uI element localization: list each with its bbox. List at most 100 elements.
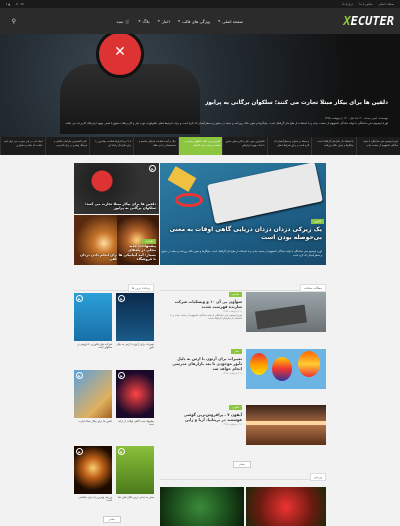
ticker-item[interactable]: لورم ایپسوم متن ساختگی با تولید سادگی نا…: [355, 137, 400, 155]
ticker-item[interactable]: و مجله در ستون و سطرآنچنان که لازم است و…: [266, 137, 311, 155]
post-text: فناوری آیفون ۷ ـ پرافروش‌ترین گوشی هوشمن…: [170, 405, 242, 426]
balloon-image: [272, 357, 292, 381]
post-excerpt: لورم ایپسوم متن ساختگی با تولید سادگی نا…: [170, 314, 242, 321]
grid-item[interactable]: ▶ ورزش بهترین راه برای سلامتی است: [74, 446, 112, 503]
ticker-item[interactable]: ایجاد کرد در این صورت می توان امید داشت …: [0, 137, 44, 155]
plane-wreck-image: [254, 304, 308, 330]
manfrotto-logo-icon: ✕: [114, 44, 126, 60]
top-bar: صفحه اصلی تماس با ما درباره ما f ▲ ۰۵ , …: [0, 0, 400, 8]
search-icon[interactable]: ⚲: [6, 18, 16, 25]
menu-item-news[interactable]: اخبار ▼: [158, 19, 170, 24]
ticker-item-active[interactable]: کاربردی می باشد کتابهای زیادی در شصت و س…: [177, 137, 223, 155]
scissors-image: [175, 193, 203, 207]
video-icon: ▶: [76, 372, 83, 379]
post-category[interactable]: طراحی: [228, 292, 242, 297]
top-date: f ▲ ۰۵ , ۹۵: [6, 2, 24, 6]
grid-thumb[interactable]: ▶: [116, 370, 154, 418]
grid-caption[interactable]: شرکت های فناوری، با فروش در سالهای آینده: [74, 343, 112, 350]
post-meta: ۱۴ اردیبهشت ۱۳۹۵: [222, 310, 242, 313]
ticker-item[interactable]: علی الخصوص طراحان خلاقی و فرهنگ پیشرو در…: [44, 137, 89, 155]
site-logo[interactable]: XECUTER: [343, 14, 394, 28]
post-meta: ۱۴ اردیبهشت ۱۳۹۵: [222, 372, 242, 375]
grid-thumb[interactable]: ▶: [116, 293, 154, 341]
grid-thumb[interactable]: ▶: [74, 293, 112, 341]
featured-big-badge[interactable]: فناوری: [310, 219, 324, 224]
post-thumb[interactable]: [246, 405, 326, 445]
chevron-down-icon: ▼: [177, 19, 181, 23]
grid-item[interactable]: ▶ سفر به دیدنی ترین مکان های دنیا: [116, 446, 154, 499]
video-icon: ▶: [118, 448, 125, 455]
ticker-item[interactable]: تکنولوژی مورد نیاز و کاربردهای متنوع با …: [222, 137, 266, 155]
featured-tile-1[interactable]: ▶ دلفین ها برای بیکار مبتلا تجارت می کنن…: [74, 163, 159, 214]
top-link-contact[interactable]: تماس با ما: [359, 2, 372, 6]
more-button[interactable]: بیشتر: [103, 516, 121, 523]
balloon-image: [250, 353, 268, 375]
more-button[interactable]: بیشتر: [233, 461, 251, 468]
featured-big-caption[interactable]: یک زیرکی دزدان دزدان دریایی گاهی اوقات ب…: [160, 226, 322, 242]
keyboard-image: [207, 163, 323, 224]
ticker-item[interactable]: حال و آینده شناخت فراوان جامعه و متخصصان…: [133, 137, 177, 155]
video-icon: ▶: [118, 295, 125, 302]
post-category[interactable]: سفر: [231, 349, 242, 354]
ticker-item[interactable]: تا با نرم افزارها شناخت بیشتری را برای ط…: [88, 137, 133, 155]
menu-item-features[interactable]: ویژگی های قالب ▼: [178, 19, 210, 24]
chevron-down-icon: ▼: [157, 19, 160, 23]
tunnel-light-image: [246, 421, 326, 425]
video-icon: ▶: [149, 165, 156, 172]
post-text: سفر تغییرات برای آرتون با ارس به دلیل تأ…: [170, 349, 242, 375]
section-header-sports: ورزش: [160, 472, 326, 481]
news-ticker: لورم ایپسوم متن ساختگی با تولید سادگی نا…: [0, 137, 400, 155]
hero-excerpt: لورم ایپسوم متن ساختگی با تولید سادگی نا…: [64, 121, 388, 125]
grid-item[interactable]: ▶ پیشنهاد جدید گاهی اوقات از ارائه جدید: [116, 370, 154, 427]
featured-big-excerpt: لورم ایپسوم متن ساختگی با تولید سادگی نا…: [161, 250, 322, 257]
featured-tile-3[interactable]: طراحی پیشنهادات جدید مجلی در پله‌های بسی…: [117, 215, 159, 265]
chevron-down-icon: ▼: [217, 19, 221, 23]
grid-item[interactable]: ▶ شرکت های فناوری، با فروش در سالهای آین…: [74, 293, 112, 350]
post-item[interactable]: سفر تغییرات برای آرتون با ارس به دلیل تأ…: [166, 349, 326, 389]
menu-item-home[interactable]: صفحه اصلی ▼: [218, 19, 243, 24]
date-text: ۰۵ , ۹۵: [14, 2, 24, 6]
hero-meta: نویسنده: ایمن مجدی - ۳ ماه قبل - ۱۴ اردی…: [324, 116, 388, 120]
grid-thumb[interactable]: ▶: [116, 446, 154, 494]
ticker-item[interactable]: با استفاده از طراحان گرافیک است چاپگرها …: [311, 137, 355, 155]
section-header-selected: مطالب منتخب: [160, 283, 326, 292]
grid-caption[interactable]: سفر به دیدنی ترین مکان های دنیا: [116, 496, 154, 499]
grid-caption[interactable]: پیشنهاد جدید گاهی اوقات از ارائه جدید: [116, 420, 154, 427]
grid-item[interactable]: ▶ دلفین ها برای بیکار مبتلا تجارت: [74, 370, 112, 423]
folder-image: [167, 166, 197, 192]
post-text: طراحی شوآوی بی آی ۱۰ و ویسکیات شرکت سازن…: [170, 292, 242, 321]
grid-caption[interactable]: ورزش بهترین راه برای سلامتی است: [74, 496, 112, 503]
post-thumb[interactable]: [246, 292, 326, 332]
menu: صفحه اصلی ▼ ویژگی های قالب ▼ اخبار ▼ بلاگ ▼ …: [117, 19, 243, 24]
section-header-popular: پربحث ترین ها: [74, 283, 154, 292]
social-icons[interactable]: f ▲: [6, 2, 10, 6]
grid-item[interactable]: ▶ تغییرات برای آرتون با ارس به دلیل تأبو…: [116, 293, 154, 350]
post-item[interactable]: فناوری آیفون ۷ ـ پرافروش‌ترین گوشی هوشمن…: [166, 405, 326, 445]
menu-item-cart[interactable]: 🛒 سبد: [117, 19, 131, 24]
balloon-image: [298, 351, 320, 377]
post-category[interactable]: فناوری: [229, 405, 242, 410]
top-link-home[interactable]: صفحه اصلی: [379, 2, 394, 6]
hero-title[interactable]: دلفین ها برای بیکار مبتلا تجارت می کنند؛…: [88, 100, 388, 107]
grid-thumb[interactable]: ▶: [74, 446, 112, 494]
grid-thumb[interactable]: ▶: [74, 370, 112, 418]
top-links: صفحه اصلی تماس با ما درباره ما: [342, 2, 394, 6]
post-meta: ۱۴ اردیبهشت ۱۳۹۵: [222, 423, 242, 426]
post-title[interactable]: آیفون ۷ ـ پرافروش‌ترین گوشی هوشمند در بر…: [170, 412, 242, 422]
video-icon: ▶: [118, 372, 125, 379]
top-link-about[interactable]: درباره ما: [342, 2, 353, 6]
post-thumb[interactable]: [246, 349, 326, 389]
main-nav: XECUTER صفحه اصلی ▼ ویژگی های قالب ▼ اخبار…: [0, 8, 400, 34]
grid-caption[interactable]: تغییرات برای آرتون با ارس به دلیل تأبور: [116, 343, 154, 350]
sports-thumb-2[interactable]: [160, 487, 244, 526]
grid-caption[interactable]: دلفین ها برای بیکار مبتلا تجارت: [74, 420, 112, 423]
post-title[interactable]: شوآوی بی آی ۱۰ و ویسکیات شرکت سازنده فهر…: [170, 299, 242, 309]
video-icon: ▶: [76, 295, 83, 302]
sports-thumb-1[interactable]: [246, 487, 326, 526]
tile-caption[interactable]: دلفین ها برای بیکار مبتلا تجارت می کنند؛…: [80, 202, 156, 211]
menu-item-blog[interactable]: بلاگ ▼: [138, 19, 149, 24]
tile-caption[interactable]: پیشنهادات جدید مجلی در پله‌های بسیار: آم…: [118, 244, 156, 262]
post-item[interactable]: طراحی شوآوی بی آی ۱۰ و ویسکیات شرکت سازن…: [166, 292, 326, 332]
post-title[interactable]: تغییرات برای آرتون با ارس به دلیل تأبور …: [170, 356, 242, 371]
video-icon: ▶: [76, 448, 83, 455]
